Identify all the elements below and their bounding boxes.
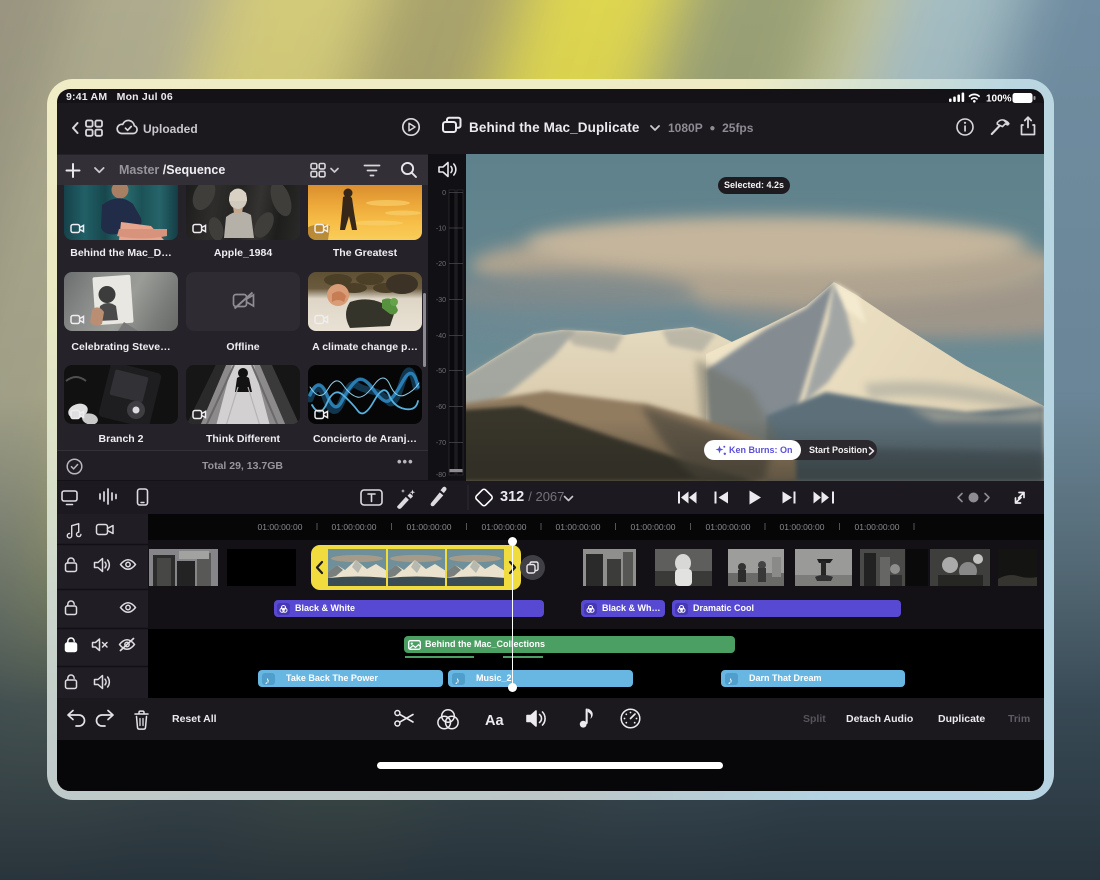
svg-text:01:00:00:00: 01:00:00:00 <box>631 522 676 532</box>
svg-text:01:00:00:00: 01:00:00:00 <box>407 522 452 532</box>
svg-text:01:00:00:00: 01:00:00:00 <box>332 522 377 532</box>
svg-text:-10: -10 <box>436 226 446 233</box>
svg-text:-70: -70 <box>436 440 446 447</box>
svg-text:-80: -80 <box>436 472 446 479</box>
svg-text:-40: -40 <box>436 333 446 340</box>
svg-text:01:00:00:00: 01:00:00:00 <box>855 522 900 532</box>
svg-text:-20: -20 <box>436 261 446 268</box>
svg-text:Aa: Aa <box>485 713 504 729</box>
svg-text:-30: -30 <box>436 297 446 304</box>
svg-text:-50: -50 <box>436 368 446 375</box>
svg-text:01:00:00:00: 01:00:00:00 <box>556 522 601 532</box>
svg-text:01:00:00:00: 01:00:00:00 <box>258 522 303 532</box>
svg-text:01:00:00:00: 01:00:00:00 <box>482 522 527 532</box>
svg-text:-60: -60 <box>436 404 446 411</box>
svg-text:0: 0 <box>442 190 446 197</box>
svg-text:01:00:00:00: 01:00:00:00 <box>780 522 825 532</box>
svg-text:01:00:00:00: 01:00:00:00 <box>706 522 751 532</box>
